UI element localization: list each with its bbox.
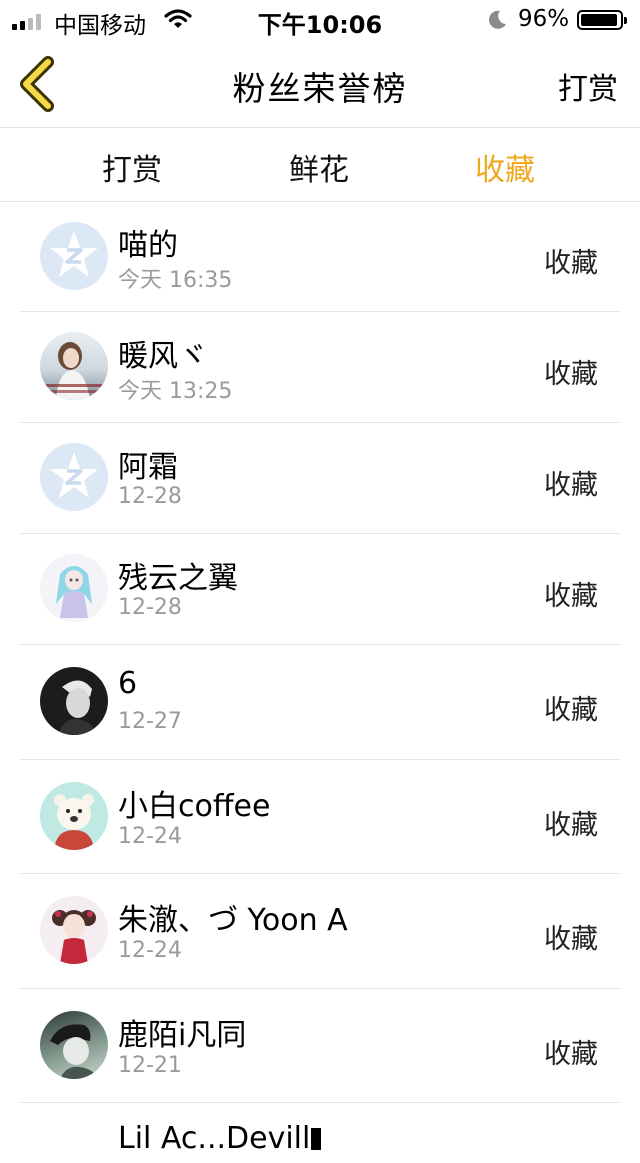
favorite-label: 收藏 [544,359,598,390]
avatar [40,554,108,622]
fan-name: 朱澈、づ Yoon A [118,903,348,938]
avatar [40,332,108,400]
fan-time: 12-21 [118,1053,182,1078]
status-bar: 中国移动 下午10:06 96% [0,0,640,40]
favorite-label: 收藏 [544,810,598,841]
fan-time: 12-28 [118,595,182,620]
list-item[interactable]: 暖风ヾ 今天 13:25 收藏 [20,312,620,423]
favorite-label: 收藏 [544,924,598,955]
fan-name: 鹿陌i凡同 [118,1018,247,1053]
list-item[interactable]: 阿霜 12-28 收藏 [20,423,620,534]
moon-icon [489,10,506,29]
fan-name: 小白coffee [118,789,271,824]
favorite-label: 收藏 [544,248,598,279]
battery-percent: 96% [518,6,570,32]
fan-time: 12-27 [118,709,182,734]
navigation-bar: 粉丝荣誉榜 打赏 [0,40,640,128]
fan-time: 12-24 [118,824,182,849]
tab-bar: 打赏 鲜花 收藏 [0,128,640,202]
reward-button[interactable]: 打赏 [558,64,618,108]
list-item[interactable]: 鹿陌i凡同 12-21 收藏 [20,989,620,1103]
tab-favorites[interactable]: 收藏 [445,145,565,189]
page-title: 粉丝荣誉榜 [232,69,408,108]
avatar [40,782,108,850]
list-item[interactable]: 小白coffee 12-24 收藏 [20,760,620,874]
fan-name: 喵的 [118,228,178,263]
fan-time: 今天 16:35 [118,268,233,293]
battery-icon [577,10,627,30]
tab-reward[interactable]: 打赏 [72,145,192,189]
fan-name: 残云之翼 [118,561,238,596]
avatar [40,1011,108,1079]
default-avatar-icon [40,443,108,511]
avatar [40,896,108,964]
fan-time: 12-28 [118,484,182,509]
list-item[interactable]: 朱澈、づ Yoon A 12-24 收藏 [20,874,620,989]
fan-name: Lil Ac...Devill [118,1121,322,1156]
favorite-label: 收藏 [544,581,598,612]
fan-time: 今天 13:25 [118,379,233,404]
list-item[interactable]: 喵的 今天 16:35 收藏 [20,202,620,312]
fan-list: 喵的 今天 16:35 收藏 暖风ヾ 今天 13:25 收藏 阿霜 12-28 [0,202,640,1163]
avatar [40,667,108,735]
fan-name: 阿霜 [118,450,178,485]
list-item[interactable]: Lil Ac...Devill [20,1103,620,1163]
fan-time: 12-24 [118,938,182,963]
fan-name: 6 [118,666,138,701]
list-item[interactable]: 6 12-27 收藏 [20,645,620,760]
tab-flowers[interactable]: 鲜花 [259,145,379,189]
favorite-label: 收藏 [544,695,598,726]
fan-name: 暖风ヾ [118,339,208,374]
default-avatar-icon [40,222,108,290]
favorite-label: 收藏 [544,1039,598,1070]
list-item[interactable]: 残云之翼 12-28 收藏 [20,534,620,645]
favorite-label: 收藏 [544,470,598,501]
